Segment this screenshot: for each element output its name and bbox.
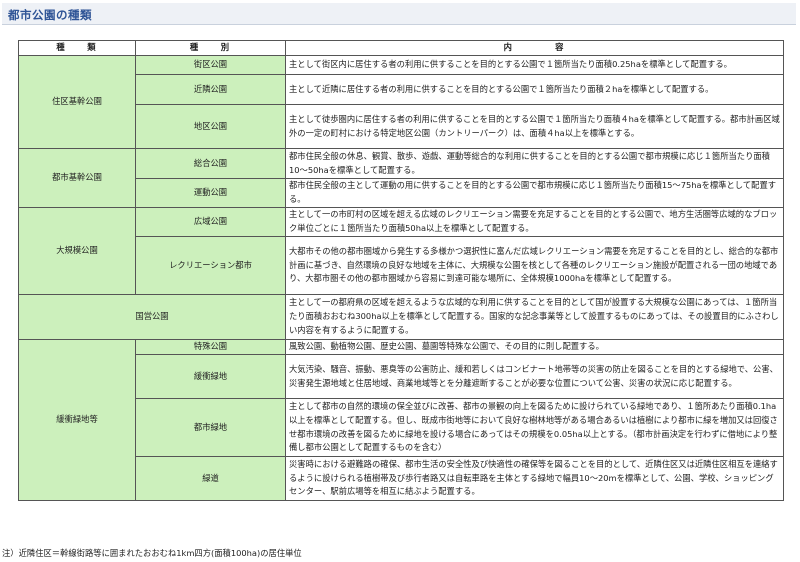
content-cell: 主として一の都府県の区域を超えるような広域的な利用に供することを目的として国が設… [285,294,784,340]
table-row: 緩衝緑地等 特殊公園 風致公園、動植物公園、歴史公園、墓園等特殊な公園で、その目… [18,339,784,501]
content-cell: 大気汚染、騒音、振動、悪臭等の公害防止、緩和若しくはコンビナート地帯等の災害の防… [285,354,784,399]
type-cell: 緩衝緑地 [135,354,286,399]
content-cell: 都市住民全般の主として運動の用に供することを目的とする公園で都市規模に応じ１箇所… [285,178,784,208]
type-cell: 総合公園 [135,148,286,179]
page-title: 都市公園の種類 [8,8,92,22]
content-cell: 主として徒歩圏内に居住する者の利用に供することを目的とする公園で１箇所当たり面積… [285,104,784,149]
category-cell: 都市基幹公園 [18,148,136,208]
type-cell: 街区公園 [135,55,286,75]
title-bar: 都市公園の種類 [2,3,796,25]
category-cell: 緩衝緑地等 [18,339,136,501]
content-cell: 風致公園、動植物公園、歴史公園、墓園等特殊な公園で、その目的に則し配置する。 [285,339,784,355]
category-cell: 国営公園 [18,294,286,340]
type-cell: 緑道 [135,456,286,501]
content-cell: 主として都市の自然的環境の保全並びに改善、都市の景観の向上を図るために設けられて… [285,398,784,457]
type-cell: 広域公園 [135,207,286,237]
type-cell: 特殊公園 [135,339,286,355]
table-row: 住区基幹公園 街区公園 主として街区内に居住する者の利用に供することを目的とする… [18,55,784,149]
footnote: 注）近隣住区＝幹線街路等に囲まれたおおむね1km四方(面積100ha)の居住単位 [2,548,302,558]
header-type: 種 別 [135,40,286,56]
table-row: 都市基幹公園 総合公園 都市住民全般の休息、観賞、散歩、遊戯、運動等総合的な利用… [18,148,784,208]
content-cell: 主として街区内に居住する者の利用に供することを目的とする公園で１箇所当たり面積0… [285,55,784,75]
type-cell: 都市緑地 [135,398,286,457]
header-content: 内 容 [285,40,784,56]
table-row: 大規模公園 広域公園 主として一の市町村の区域を超える広域のレクリエーション需要… [18,207,784,295]
type-cell: 地区公園 [135,104,286,149]
type-cell: レクリエーション都市 [135,236,286,295]
content-cell: 都市住民全般の休息、観賞、散歩、遊戯、運動等総合的な利用に供することを目的とする… [285,148,784,179]
category-cell: 大規模公園 [18,207,136,295]
content-cell: 大都市その他の都市圏域から発生する多様かつ選択性に富んだ広域レクリエーション需要… [285,236,784,295]
content-cell: 災害時における避難路の確保、都市生活の安全性及び快適性の確保等を図ることを目的と… [285,456,784,501]
header-row: 種 類 種 別 内 容 [18,40,784,56]
park-types-table: 種 類 種 別 内 容 住区基幹公園 街区公園 主として街区内に居住する者の利用… [18,40,784,501]
type-cell: 近隣公園 [135,74,286,105]
header-kind: 種 類 [18,40,136,56]
content-cell: 主として一の市町村の区域を超える広域のレクリエーション需要を充足することを目的と… [285,207,784,237]
type-cell: 運動公園 [135,178,286,208]
table-row: 国営公園 主として一の都府県の区域を超えるような広域的な利用に供することを目的と… [18,294,784,340]
category-cell: 住区基幹公園 [18,55,136,149]
content-cell: 主として近隣に居住する者の利用に供することを目的とする公園で１箇所当たり面積２h… [285,74,784,105]
